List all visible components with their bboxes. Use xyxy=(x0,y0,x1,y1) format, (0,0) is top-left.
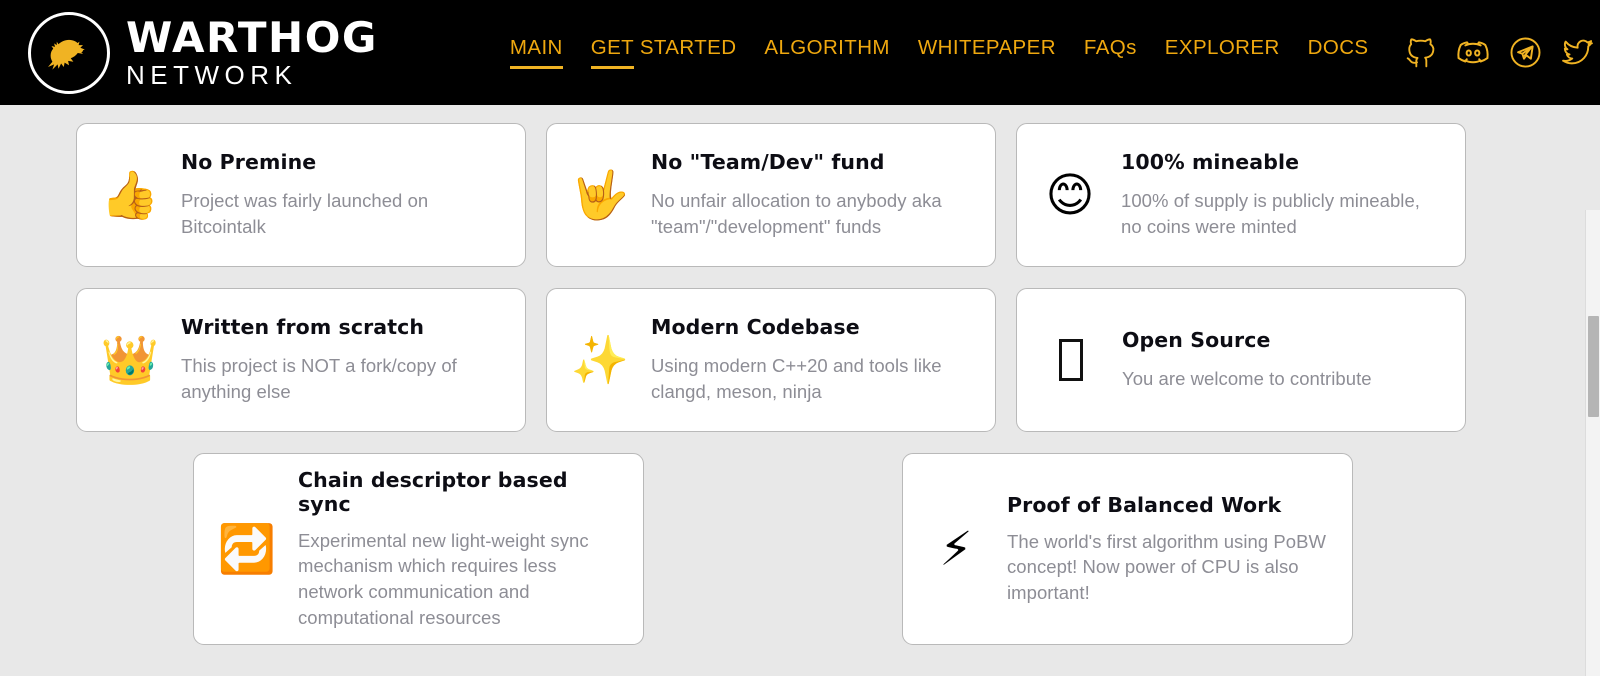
card-description: Using modern C++20 and tools like clangd… xyxy=(651,355,942,402)
nav-underline xyxy=(590,66,635,69)
brand-logo[interactable]: WARTHOG NETWORK xyxy=(28,11,378,94)
card-title: No Premine xyxy=(181,150,317,175)
social-links xyxy=(1404,36,1594,70)
feature-card-no-team-dev-fund[interactable]: 🤟 No "Team/Dev" fund No unfair allocatio… xyxy=(546,123,996,267)
nav-label: DOCS xyxy=(1307,36,1369,59)
feature-card-bottom-row: 🔁 Chain descriptor based sync Experiment… xyxy=(193,453,1600,645)
feature-card-proof-of-balanced-work[interactable]: ⚡ Proof of Balanced Work The world's fir… xyxy=(902,453,1353,645)
crown-icon: 👑 xyxy=(100,332,160,388)
main-navigation: MAIN GET STARTED ALGORITHM WHITEPAPER FA… xyxy=(509,36,1369,69)
card-description: Experimental new light-weight sync mecha… xyxy=(298,529,589,628)
thumbs-up-icon: 👍 xyxy=(100,167,160,223)
feature-card-modern-codebase[interactable]: ✨ Modern Codebase Using modern C++20 and… xyxy=(546,288,996,432)
nav-item-docs[interactable]: DOCS xyxy=(1308,36,1369,69)
brand-name-primary: WARTHOG xyxy=(126,13,378,63)
scrollbar-thumb[interactable] xyxy=(1588,316,1599,417)
card-description: 100% of supply is publicly mineable, no … xyxy=(1121,190,1420,237)
warthog-logo-icon xyxy=(28,11,110,94)
card-title: No "Team/Dev" fund xyxy=(651,150,885,175)
card-title: Proof of Balanced Work xyxy=(1007,492,1282,517)
feature-card-grid: 👍 No Premine Project was fairly launched… xyxy=(76,123,1468,432)
telegram-icon[interactable] xyxy=(1508,36,1542,70)
nav-label: GET STARTED xyxy=(590,36,737,59)
card-title: Open Source xyxy=(1122,328,1271,353)
feature-card-100-mineable[interactable]: 😊 100% mineable 100% of supply is public… xyxy=(1016,123,1466,267)
nav-label: EXPLORER xyxy=(1164,36,1280,59)
nav-item-whitepaper[interactable]: WHITEPAPER xyxy=(918,36,1056,69)
card-title: Written from scratch xyxy=(181,315,425,340)
card-title: Chain descriptor based sync xyxy=(298,467,568,516)
love-you-gesture-icon: 🤟 xyxy=(570,167,630,223)
sparkles-icon: ✨ xyxy=(570,332,630,388)
card-description: This project is NOT a fork/copy of anyth… xyxy=(181,355,457,402)
nav-label: ALGORITHM xyxy=(764,36,890,59)
card-description: You are welcome to contribute xyxy=(1122,368,1372,390)
site-header: WARTHOG NETWORK MAIN GET STARTED ALGORIT… xyxy=(0,0,1600,105)
feature-card-open-source[interactable]: Open Source You are welcome to contribut… xyxy=(1016,288,1466,432)
missing-glyph-icon xyxy=(1059,339,1083,381)
nav-item-explorer[interactable]: EXPLORER xyxy=(1165,36,1280,69)
discord-icon[interactable] xyxy=(1456,36,1490,70)
main-content: 👍 No Premine Project was fairly launched… xyxy=(0,105,1600,676)
brand-name-secondary: NETWORK xyxy=(126,59,298,90)
card-description: Project was fairly launched on Bitcointa… xyxy=(181,190,429,237)
nav-item-algorithm[interactable]: ALGORITHM xyxy=(764,36,889,69)
twitter-icon[interactable] xyxy=(1560,36,1594,70)
card-title: 100% mineable xyxy=(1121,150,1300,175)
nav-item-get-started[interactable]: GET STARTED xyxy=(590,36,737,69)
nav-label: WHITEPAPER xyxy=(917,36,1056,59)
feature-card-written-from-scratch[interactable]: 👑 Written from scratch This project is N… xyxy=(76,288,526,432)
smiling-face-icon: 😊 xyxy=(1045,167,1095,223)
feature-card-no-premine[interactable]: 👍 No Premine Project was fairly launched… xyxy=(76,123,526,267)
nav-item-main[interactable]: MAIN xyxy=(509,36,563,69)
card-description: The world's first algorithm using PoBW c… xyxy=(1007,530,1327,603)
card-description: No unfair allocation to anybody aka "tea… xyxy=(651,190,942,237)
nav-item-faqs[interactable]: FAQs xyxy=(1084,36,1137,69)
page-scrollbar[interactable] xyxy=(1585,210,1600,676)
card-title: Modern Codebase xyxy=(651,315,860,340)
feature-card-chain-descriptor-sync[interactable]: 🔁 Chain descriptor based sync Experiment… xyxy=(193,453,644,645)
nav-label: MAIN xyxy=(509,36,563,59)
nav-label: FAQs xyxy=(1083,36,1137,59)
nav-underline xyxy=(509,66,563,69)
github-icon[interactable] xyxy=(1404,36,1438,70)
high-voltage-icon: ⚡ xyxy=(939,521,973,577)
repeat-icon: 🔁 xyxy=(217,521,277,577)
